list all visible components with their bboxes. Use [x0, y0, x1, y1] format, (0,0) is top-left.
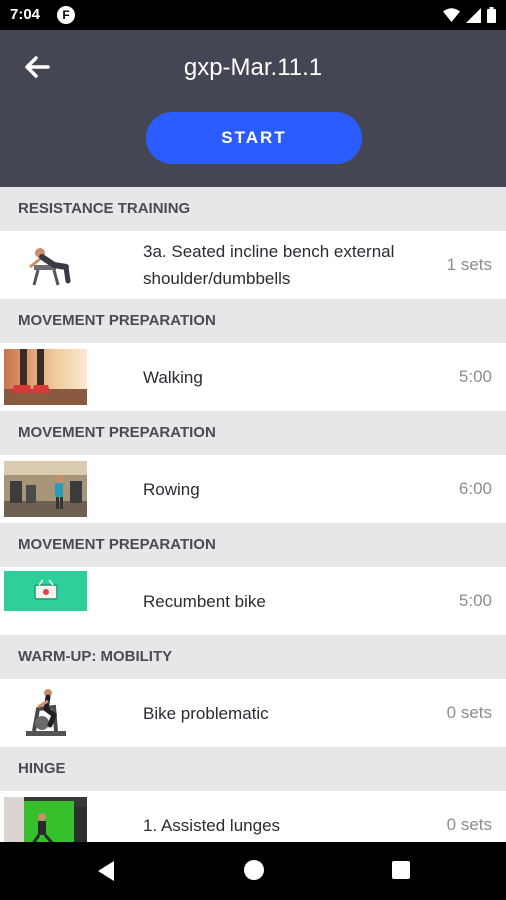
exercise-row[interactable]: Recumbent bike 5:00 [0, 567, 506, 635]
exercise-title: 3a. Seated incline bench external should… [143, 242, 395, 288]
seated-bench-exercise-thumbnail [4, 237, 87, 293]
exercise-title: Recumbent bike [143, 591, 266, 611]
section-header: MOVEMENT PREPARATION [0, 523, 506, 567]
nav-home-icon[interactable] [244, 860, 264, 880]
section-header: RESISTANCE TRAINING [0, 187, 506, 231]
section-header: HINGE [0, 747, 506, 791]
nav-back-icon[interactable] [96, 860, 116, 882]
exercise-row[interactable]: 3a. Seated incline bench external should… [0, 231, 506, 299]
wifi-icon [443, 7, 460, 22]
page-title: gxp-Mar.11.1 [183, 54, 323, 81]
section-header: MOVEMENT PREPARATION [0, 411, 506, 455]
signal-icon [466, 7, 481, 23]
start-button[interactable]: START [146, 112, 362, 164]
exercise-value: 1 sets [446, 255, 492, 274]
exercise-value: 5:00 [458, 591, 492, 610]
status-time: 7:04 [10, 6, 41, 23]
exercise-title: Walking [143, 367, 203, 387]
workout-list: RESISTANCE TRAINING 3a. Seated incline b… [0, 187, 506, 859]
app-header: gxp-Mar.11.1 START [0, 30, 506, 187]
nav-recents-icon[interactable] [392, 861, 410, 879]
section-header: WARM-UP: MOBILITY [0, 635, 506, 679]
exercise-title: Rowing [143, 479, 200, 499]
exercise-value: 0 sets [446, 703, 492, 722]
battery-icon [487, 7, 496, 23]
gym-rowing-thumbnail [4, 461, 87, 517]
exercise-bike-thumbnail [4, 685, 87, 741]
exercise-title: Bike problematic [143, 703, 269, 723]
notification-badge-icon: F [57, 6, 75, 24]
exercise-row[interactable]: Bike problematic 0 sets [0, 679, 506, 747]
video-placeholder-thumbnail [4, 571, 87, 611]
exercise-row[interactable]: Walking 5:00 [0, 343, 506, 411]
section-header: MOVEMENT PREPARATION [0, 299, 506, 343]
status-icons [443, 7, 496, 23]
exercise-value: 6:00 [458, 479, 492, 498]
system-nav-bar [0, 842, 506, 900]
exercise-row[interactable]: Rowing 6:00 [0, 455, 506, 523]
exercise-value: 5:00 [458, 367, 492, 386]
walking-feet-thumbnail [4, 349, 87, 405]
status-bar: 7:04 F [0, 0, 506, 30]
